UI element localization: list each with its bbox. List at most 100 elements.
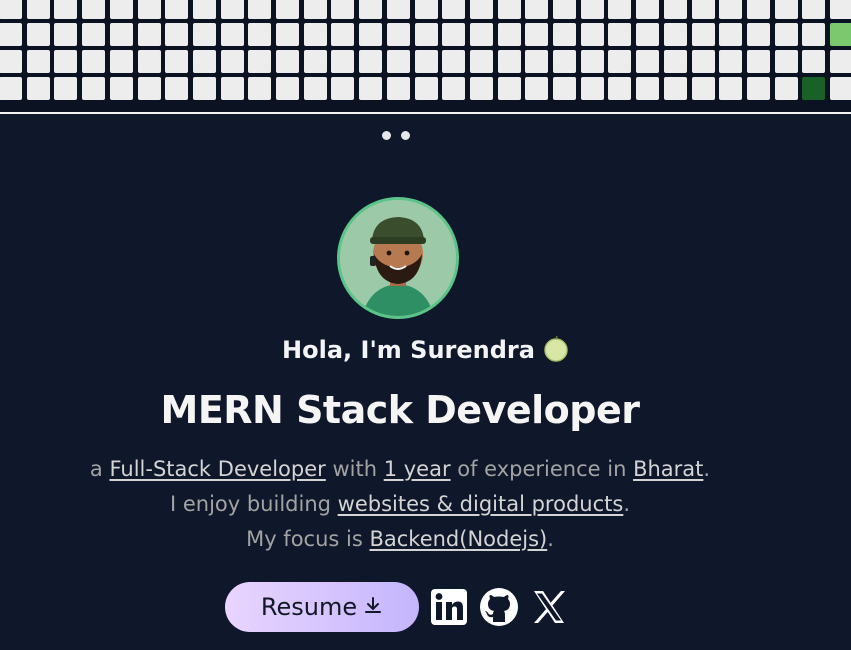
contribution-cell: [359, 50, 383, 73]
contribution-cell: [580, 0, 604, 19]
contribution-cell: [165, 77, 189, 100]
intro-text: with: [325, 457, 384, 481]
contribution-cell: [663, 77, 687, 100]
contribution-cell: [469, 77, 493, 100]
contribution-cell: [442, 0, 466, 19]
contribution-cell: [248, 50, 272, 73]
contribution-cell: [553, 77, 576, 100]
contribution-cell: [774, 50, 798, 73]
contribution-cell: [719, 0, 743, 19]
contribution-cell: [386, 0, 410, 19]
x-icon[interactable]: [529, 587, 569, 627]
contribution-cell: [165, 23, 189, 46]
intro-text: a: [89, 457, 110, 481]
contribution-cell: [276, 23, 299, 46]
contribution-cell: [386, 23, 410, 46]
full-stack-link[interactable]: Full-Stack Developer: [109, 457, 325, 481]
contribution-cell: [137, 0, 161, 19]
contribution-cell: [525, 50, 549, 73]
linkedin-icon[interactable]: [429, 587, 469, 627]
download-icon: [363, 593, 383, 621]
contribution-cell: [802, 23, 826, 46]
carousel-dot[interactable]: [401, 131, 410, 140]
contribution-cell: [386, 50, 410, 73]
contribution-cell: [691, 23, 715, 46]
contribution-cell: [663, 0, 687, 19]
contribution-cell: [359, 23, 383, 46]
contribution-graph: [0, 0, 851, 114]
contribution-cell: [442, 23, 466, 46]
greeting-text: Hola, I'm Surendra: [282, 336, 535, 364]
contribution-cell: [137, 23, 161, 46]
contribution-cell: [746, 0, 770, 19]
avatar: [337, 197, 459, 319]
contribution-cell: [691, 0, 715, 19]
location-link[interactable]: Bharat: [633, 457, 703, 481]
intro-text: .: [623, 492, 631, 516]
intro-text: of experience in: [450, 457, 634, 481]
backend-link[interactable]: Backend(Nodejs): [369, 527, 547, 551]
contribution-cell: [469, 23, 493, 46]
contribution-cell: [109, 50, 133, 73]
contribution-cell: [276, 50, 299, 73]
contribution-cell: [0, 0, 22, 19]
intro-text: .: [703, 457, 711, 481]
contribution-cell: [636, 23, 660, 46]
contribution-cell: [82, 50, 106, 73]
experience-link[interactable]: 1 year: [384, 457, 451, 481]
contribution-cell: [54, 77, 78, 100]
melon-icon: [543, 335, 569, 362]
contribution-cell: [331, 23, 355, 46]
contribution-cell: [719, 50, 743, 73]
contribution-cell: [469, 50, 493, 73]
contribution-cell: [303, 50, 327, 73]
contribution-cell: [331, 77, 355, 100]
contribution-cell: [774, 0, 798, 19]
contribution-cell: [802, 0, 826, 19]
contribution-cell: [830, 23, 851, 46]
contribution-cell: [608, 50, 632, 73]
contribution-cell: [497, 50, 521, 73]
contribution-cell: [248, 77, 272, 100]
contribution-cell: [0, 23, 22, 46]
contribution-cell: [636, 50, 660, 73]
contribution-cell: [580, 50, 604, 73]
contribution-cell: [497, 23, 521, 46]
carousel-dot[interactable]: [382, 131, 391, 140]
contribution-cell: [719, 23, 743, 46]
contribution-cell: [276, 0, 299, 19]
greeting: Hola, I'm Surendra: [0, 335, 851, 364]
intro-line-1: a Full-Stack Developer with 1 year of ex…: [0, 457, 800, 481]
action-bar: Resume: [225, 582, 569, 632]
contribution-cell: [248, 0, 272, 19]
contribution-cell: [608, 0, 632, 19]
contribution-cell: [414, 0, 438, 19]
contribution-cell: [774, 77, 798, 100]
contribution-cell: [0, 77, 22, 100]
contribution-cell: [165, 50, 189, 73]
carousel-dots[interactable]: [382, 131, 410, 140]
contribution-cell: [525, 23, 549, 46]
intro-line-3: My focus is Backend(Nodejs).: [0, 527, 800, 551]
github-icon[interactable]: [479, 587, 519, 627]
contribution-cell: [608, 23, 632, 46]
contribution-cell: [109, 0, 133, 19]
contribution-cell: [192, 0, 216, 19]
contribution-cell: [82, 23, 106, 46]
contribution-cell: [82, 77, 106, 100]
resume-label: Resume: [260, 593, 358, 621]
contribution-cell: [165, 0, 189, 19]
intro-text: I enjoy building: [169, 492, 338, 516]
contribution-cell: [414, 23, 438, 46]
contribution-cell: [746, 23, 770, 46]
contribution-cell: [192, 23, 216, 46]
contribution-cell: [303, 77, 327, 100]
contribution-cell: [26, 50, 50, 73]
contribution-cell: [82, 0, 106, 19]
contribution-cell: [802, 50, 826, 73]
resume-button[interactable]: Resume: [225, 582, 419, 632]
contribution-cell: [636, 77, 660, 100]
contribution-cell: [497, 0, 521, 19]
products-link[interactable]: websites & digital products: [338, 492, 624, 516]
intro-line-2: I enjoy building websites & digital prod…: [0, 492, 800, 516]
